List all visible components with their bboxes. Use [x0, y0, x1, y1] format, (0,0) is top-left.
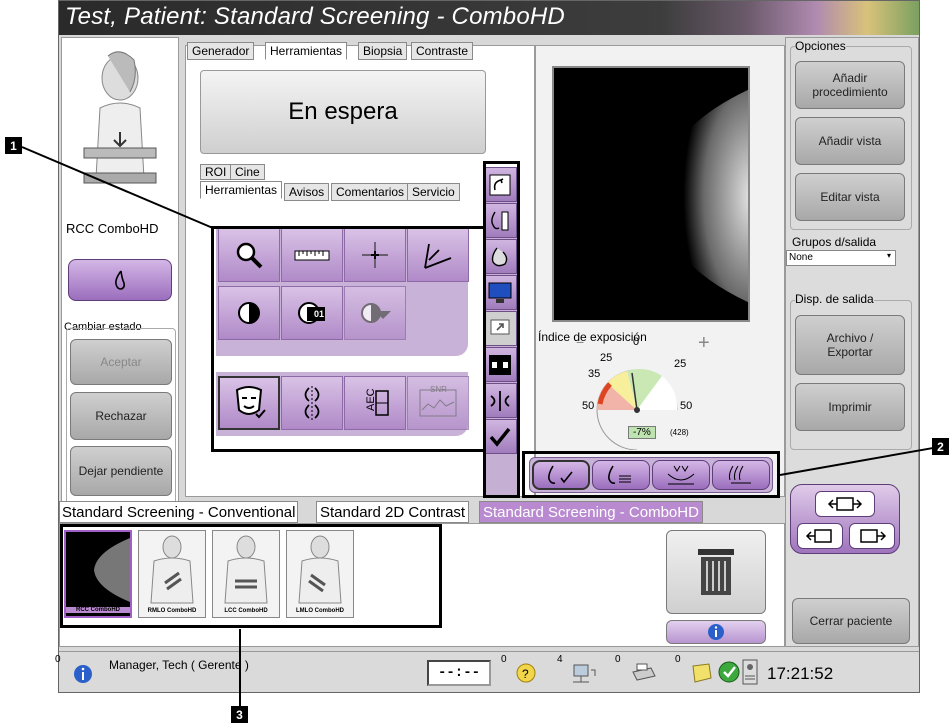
exposure-value: -7%: [628, 426, 656, 439]
layout-switcher: [790, 484, 900, 554]
tick-25-right: 25: [674, 358, 687, 370]
output-groups-label: Grupos d/salida: [792, 235, 877, 249]
image-viewport: [552, 66, 750, 322]
tick-50-right: 50: [680, 400, 693, 412]
exposure-raw: (428): [670, 428, 689, 437]
image-panel: Índice de exposición − + 0 25 25 35 50 5…: [535, 45, 785, 497]
layout-single-button[interactable]: [815, 491, 875, 517]
tick-35: 35: [588, 368, 601, 380]
add-procedure-button[interactable]: Añadir procedimiento: [795, 61, 905, 109]
help-glyph: ?: [522, 667, 529, 681]
callout-3-box: [60, 524, 442, 628]
callout-3: 3: [231, 706, 248, 723]
pending-button[interactable]: Dejar pendiente: [70, 446, 172, 496]
arrow-left-icon: [805, 529, 832, 543]
info-icon[interactable]: [73, 664, 93, 684]
layout-left-button[interactable]: [797, 523, 843, 549]
exposure-timer-text: --:--: [437, 665, 480, 681]
view-label: RCC ComboHD: [66, 221, 159, 236]
note-icon[interactable]: [689, 662, 713, 684]
status-count-3: 0: [615, 654, 621, 665]
status-time: 17:21:52: [767, 664, 834, 683]
series-tabs: Standard Screening - Conventional Standa…: [59, 501, 785, 523]
help-icon[interactable]: ?: [515, 662, 537, 684]
output-groups-select[interactable]: None ▾: [786, 250, 896, 266]
callout-3-line: [239, 629, 241, 711]
tab-biopsia[interactable]: Biopsia: [358, 42, 408, 60]
drop-icon: [115, 270, 125, 290]
output-device-label: Disp. de salida: [795, 292, 874, 306]
tab-tools[interactable]: Herramientas: [200, 181, 283, 199]
reject-button[interactable]: Rechazar: [70, 392, 172, 440]
state-group: Aceptar Rechazar Dejar pendiente: [66, 328, 176, 510]
window-title: Test, Patient: Standard Screening - Comb…: [65, 3, 565, 30]
info-button[interactable]: [666, 620, 766, 644]
edit-view-button[interactable]: Editar vista: [795, 173, 905, 221]
printer-icon[interactable]: [629, 662, 657, 684]
status-text: En espera: [288, 98, 398, 125]
delete-button[interactable]: [666, 530, 766, 614]
series-tab-2d-contrast[interactable]: Standard 2D Contrast: [316, 501, 470, 523]
tab-cine[interactable]: Cine: [230, 164, 265, 180]
exposure-minus[interactable]: −: [576, 334, 584, 350]
exposure-timer: --:--: [427, 660, 491, 686]
patient-positioning-image: [83, 51, 157, 184]
options-group: Opciones Añadir procedimiento Añadir vis…: [790, 39, 912, 230]
callout-2-box: [522, 451, 780, 498]
trash-icon: [698, 549, 734, 595]
view-status-button[interactable]: [68, 259, 172, 301]
accept-button[interactable]: Aceptar: [70, 339, 172, 385]
exposure-gauge-area: − + 0 25 25 35 50 50 -7% (428): [552, 332, 722, 451]
title-bar: Test, Patient: Standard Screening - Comb…: [59, 1, 919, 35]
series-tab-conventional[interactable]: Standard Screening - Conventional: [59, 501, 299, 523]
archive-export-button[interactable]: Archivo / Exportar: [795, 315, 905, 375]
tab-comentarios[interactable]: Comentarios: [331, 183, 410, 201]
series-tab-combohd[interactable]: Standard Screening - ComboHD: [479, 501, 703, 523]
status-count-4: 0: [675, 654, 681, 665]
tab-roi[interactable]: ROI: [200, 164, 232, 180]
status-count-2: 4: [557, 654, 563, 665]
tick-50-left: 50: [582, 400, 595, 412]
system-icon[interactable]: [739, 658, 761, 686]
tab-contraste[interactable]: Contraste: [411, 42, 474, 60]
info-icon: [708, 624, 724, 640]
network-icon[interactable]: [571, 662, 597, 684]
callout-1-box: [211, 226, 486, 452]
status-count-1: 0: [501, 654, 507, 665]
patient-panel: RCC ComboHD Cambiar estado Aceptar Recha…: [61, 37, 179, 513]
tick-0: 0: [633, 336, 640, 348]
tab-herramientas[interactable]: Herramientas: [265, 42, 348, 60]
swap-horizontal-icon: [827, 497, 863, 511]
output-device-group: Disp. de salida Archivo / Exportar Impri…: [790, 292, 912, 450]
chevron-down-icon: ▾: [886, 251, 891, 260]
callout-1-box-vertical: [483, 161, 520, 498]
status-bar: 0 Manager, Tech ( Gerente ) --:-- 0 ? 4 …: [55, 651, 919, 692]
close-patient-button[interactable]: Cerrar paciente: [792, 598, 910, 644]
status-display: En espera: [200, 70, 486, 154]
tab-avisos[interactable]: Avisos: [284, 183, 330, 201]
tab-generador[interactable]: Generador: [187, 42, 255, 60]
exposure-plus[interactable]: +: [698, 332, 710, 355]
breast-image: [654, 89, 748, 303]
print-button[interactable]: Imprimir: [795, 383, 905, 431]
tick-25-left: 25: [600, 352, 613, 364]
add-view-button[interactable]: Añadir vista: [795, 117, 905, 165]
status-ok-icon[interactable]: [717, 660, 741, 684]
output-groups-value: None: [789, 252, 813, 263]
arrow-right-icon: [860, 529, 887, 543]
layout-right-button[interactable]: [849, 523, 895, 549]
status-count-left: 0: [55, 654, 61, 665]
status-user: Manager, Tech ( Gerente ): [109, 658, 249, 672]
tab-servicio[interactable]: Servicio: [407, 183, 460, 201]
options-panel: Opciones Añadir procedimiento Añadir vis…: [785, 37, 919, 647]
options-label: Opciones: [795, 39, 846, 53]
callout-1: 1: [5, 137, 22, 154]
